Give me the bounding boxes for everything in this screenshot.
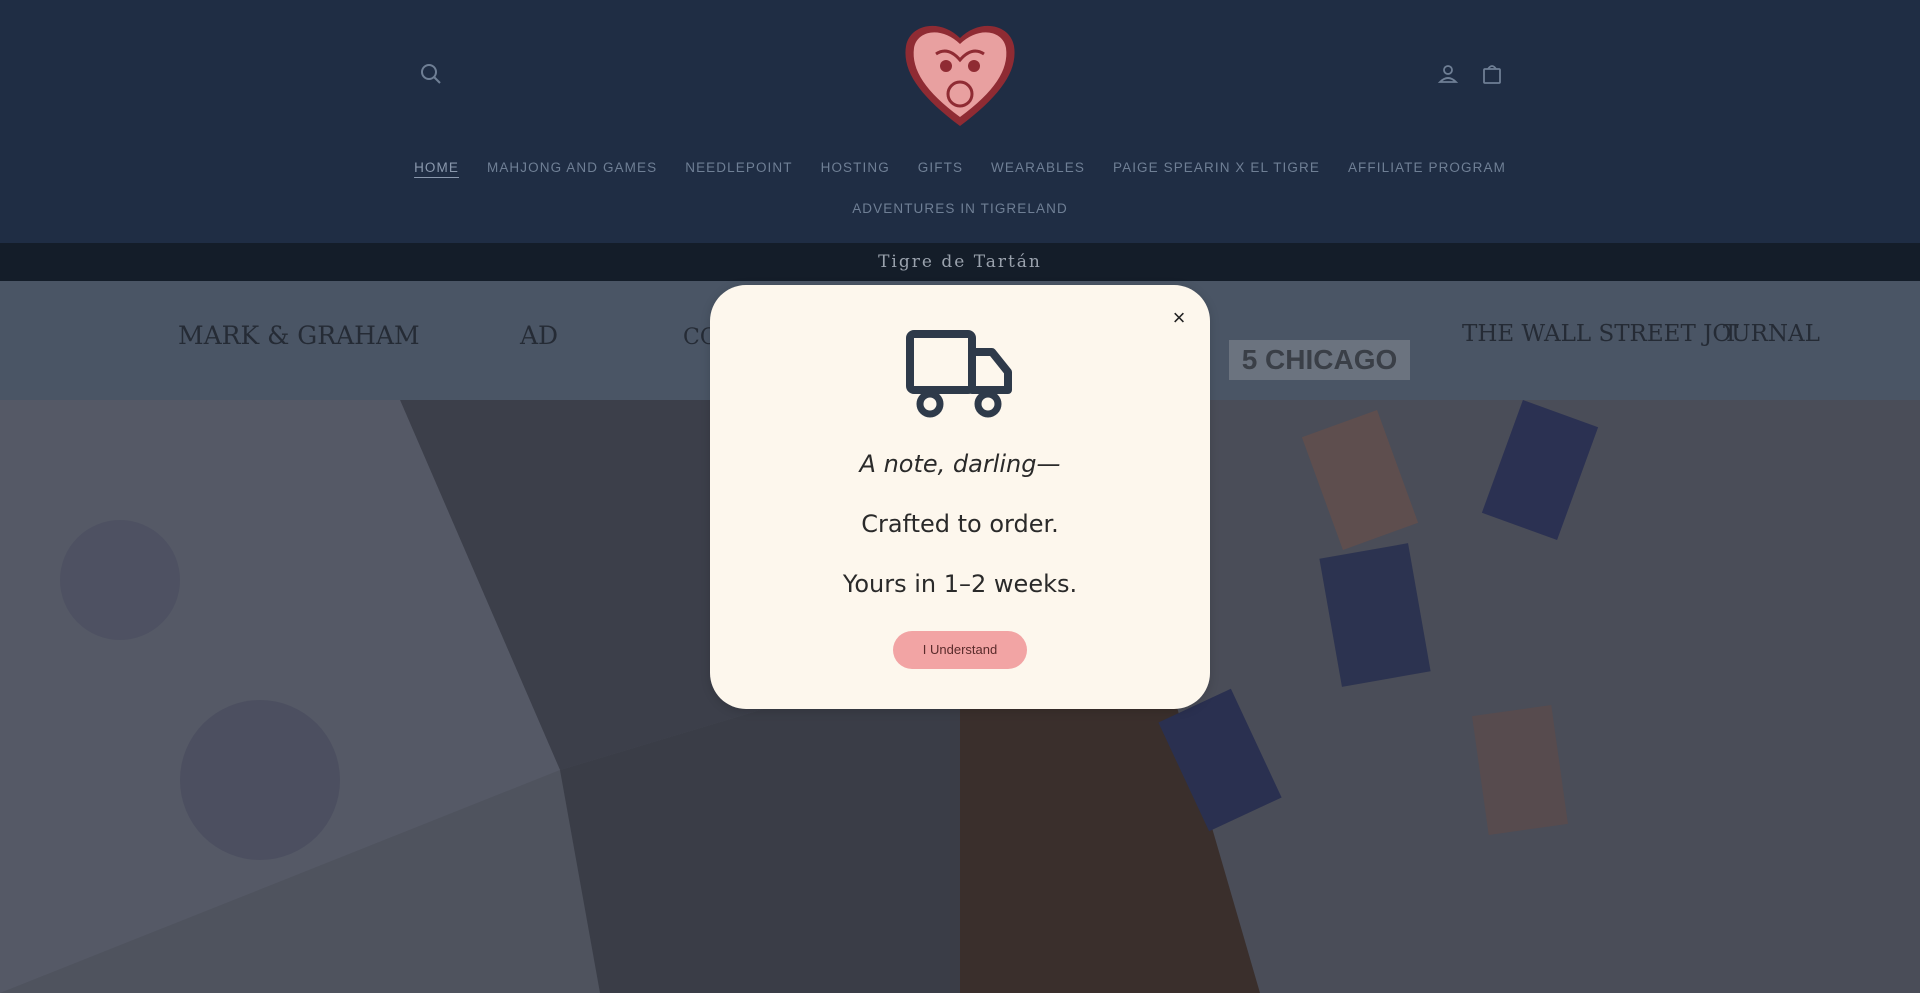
understand-button[interactable]: I Understand (893, 631, 1027, 669)
nav-item-gifts[interactable]: GIFTS (904, 156, 977, 179)
truck-icon (906, 330, 1014, 418)
nav-item-mahjong[interactable]: MAHJONG AND GAMES (473, 156, 671, 179)
modal-text-crafted: Crafted to order. (861, 510, 1059, 538)
press-logo-wsj: THE WALL STREET JOURNAL (1462, 321, 1820, 347)
announcement-bar: Tigre de Tartán (0, 243, 1920, 281)
nav-row-2: ADVENTURES IN TIGRELAND (0, 197, 1920, 220)
press-logo-mark-graham: MARK & GRAHAM (178, 321, 420, 350)
nav-item-hosting[interactable]: HOSTING (807, 156, 904, 179)
modal-text-delivery: Yours in 1–2 weeks. (842, 570, 1078, 598)
press-logo-ad: AD (520, 321, 559, 350)
nav-item-needlepoint[interactable]: NEEDLEPOINT (671, 156, 806, 179)
press-logo-nbc-chicago: 5 CHICAGO (1229, 340, 1410, 380)
site-header: HOME MAHJONG AND GAMES NEEDLEPOINT HOSTI… (0, 0, 1920, 243)
user-icon[interactable] (1434, 60, 1462, 88)
search-icon[interactable] (417, 60, 445, 88)
modal-heading: A note, darling— (859, 450, 1061, 478)
nav-item-wearables[interactable]: WEARABLES (977, 156, 1099, 179)
press-logo-nyt: T (1723, 321, 1739, 347)
nav-item-paige-spearin[interactable]: PAIGE SPEARIN X EL TIGRE (1099, 156, 1334, 179)
main-navigation: HOME MAHJONG AND GAMES NEEDLEPOINT HOSTI… (0, 156, 1920, 179)
nav-row: HOME MAHJONG AND GAMES NEEDLEPOINT HOSTI… (0, 156, 1920, 179)
close-icon[interactable]: × (1166, 305, 1192, 331)
nav-item-adventures[interactable]: ADVENTURES IN TIGRELAND (838, 197, 1082, 220)
heart-logo-icon[interactable] (900, 16, 1020, 132)
cart-icon[interactable] (1478, 60, 1506, 88)
nav-item-affiliate[interactable]: AFFILIATE PROGRAM (1334, 156, 1520, 179)
nav-item-home[interactable]: HOME (400, 156, 473, 179)
announcement-text: Tigre de Tartán (878, 252, 1042, 272)
